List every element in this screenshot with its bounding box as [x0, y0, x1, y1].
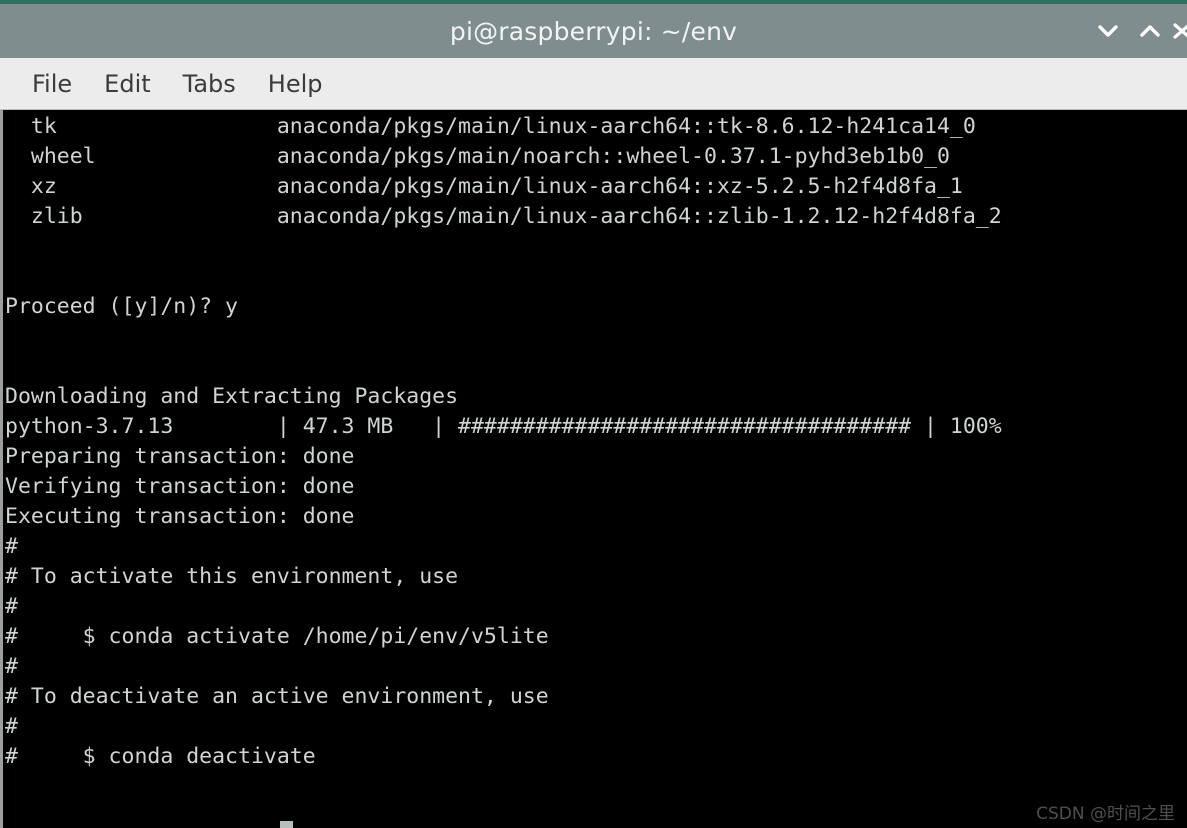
menu-item-help[interactable]: Help	[252, 66, 339, 102]
terminal-line: wheel anaconda/pkgs/main/noarch::wheel-0…	[5, 144, 950, 169]
chevron-up-icon	[1139, 24, 1161, 38]
terminal-line: Executing transaction: done	[5, 504, 355, 529]
terminal-line: # To deactivate an active environment, u…	[5, 684, 549, 709]
terminal-cursor	[279, 821, 293, 828]
watermark-text: CSDN @时间之里	[1036, 804, 1175, 824]
terminal-line: #	[5, 714, 18, 739]
menu-item-tabs[interactable]: Tabs	[167, 66, 252, 102]
chevron-down-icon	[1097, 24, 1119, 38]
terminal-line: #	[5, 594, 18, 619]
terminal-line: Downloading and Extracting Packages	[5, 384, 459, 409]
terminal-line: # To activate this environment, use	[5, 564, 459, 589]
menu-item-file[interactable]: File	[16, 66, 88, 102]
terminal-window: pi@raspberrypi: ~/env File Edit Tabs Hel…	[0, 0, 1187, 828]
terminal-line: tk anaconda/pkgs/main/linux-aarch64::tk-…	[5, 114, 976, 139]
maximize-button[interactable]	[1129, 2, 1171, 60]
minimize-button[interactable]	[1087, 2, 1129, 60]
terminal-line: python-3.7.13 | 47.3 MB | ##############…	[5, 414, 1002, 439]
terminal-line: zlib anaconda/pkgs/main/linux-aarch64::z…	[5, 204, 1002, 229]
close-button[interactable]	[1171, 2, 1187, 60]
terminal-line: xz anaconda/pkgs/main/linux-aarch64::xz-…	[5, 174, 963, 199]
terminal-line: # $ conda activate /home/pi/env/v5lite	[5, 624, 549, 649]
close-icon	[1171, 23, 1187, 39]
terminal-output-area[interactable]: tk anaconda/pkgs/main/linux-aarch64::tk-…	[0, 110, 1187, 828]
terminal-line: Verifying transaction: done	[5, 474, 355, 499]
window-title: pi@raspberrypi: ~/env	[449, 16, 738, 46]
window-controls	[1087, 4, 1187, 58]
terminal-line: #	[5, 534, 18, 559]
menu-item-edit[interactable]: Edit	[88, 66, 166, 102]
terminal-scrollback: tk anaconda/pkgs/main/linux-aarch64::tk-…	[3, 112, 1187, 802]
terminal-line: Preparing transaction: done	[5, 444, 355, 469]
terminal-line: Proceed ([y]/n)? y	[5, 294, 238, 319]
window-titlebar[interactable]: pi@raspberrypi: ~/env	[0, 0, 1187, 58]
terminal-prompt-line: pi@raspberrypi:~/env $	[3, 802, 1187, 828]
menubar: File Edit Tabs Help	[0, 58, 1187, 110]
terminal-line: #	[5, 654, 18, 679]
terminal-line: # $ conda deactivate	[5, 744, 316, 769]
